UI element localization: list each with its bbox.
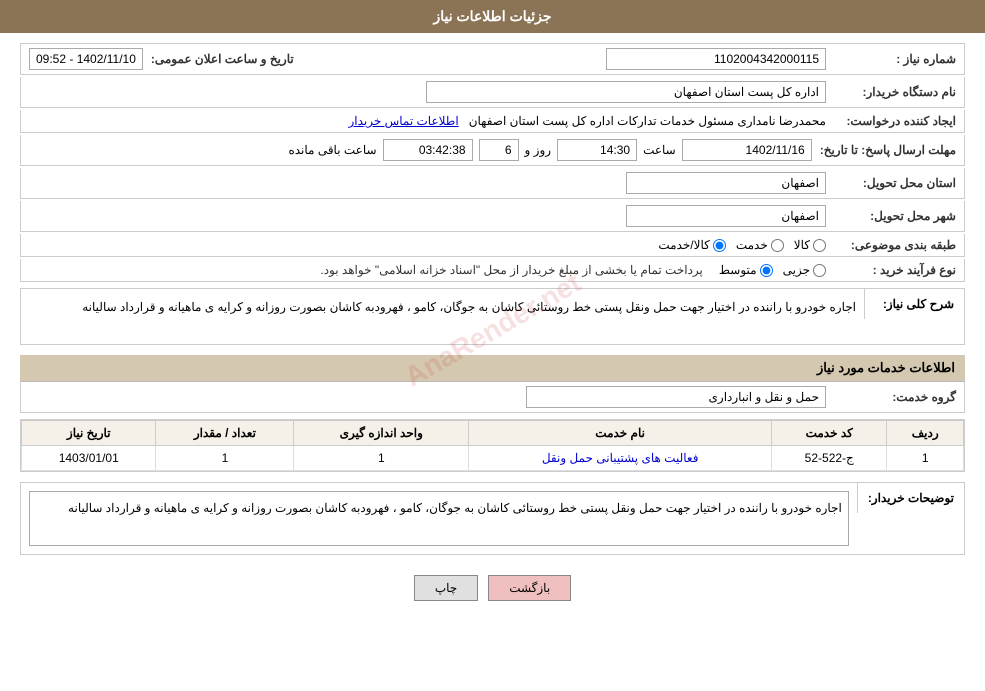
category-radio-kala-khedmat[interactable] xyxy=(713,239,726,252)
back-button[interactable]: بازگشت xyxy=(488,575,571,601)
buyer-description-label: توضیحات خریدار: xyxy=(857,483,964,513)
print-button[interactable]: چاپ xyxy=(414,575,478,601)
category-label-kala-khedmat: کالا/خدمت xyxy=(658,238,709,252)
process-radio-jozi[interactable] xyxy=(813,264,826,277)
deadline-remaining: 03:42:38 xyxy=(383,139,473,161)
process-option-jozi[interactable]: جزیی xyxy=(783,263,826,277)
buyer-description-value: اجاره خودرو با راننده در اختیار جهت حمل … xyxy=(21,483,857,554)
category-radio-khedmat[interactable] xyxy=(771,239,784,252)
col-row: ردیف xyxy=(887,421,964,446)
process-label-motavasset: متوسط xyxy=(719,263,757,277)
description-label: شرح کلی نیاز: xyxy=(864,289,964,319)
org-label: نام دستگاه خریدار: xyxy=(826,85,956,99)
service-group-row: گروه خدمت: حمل و نقل و انبارداری xyxy=(20,382,965,413)
col-quantity: تعداد / مقدار xyxy=(156,421,294,446)
deadline-time-label: ساعت xyxy=(643,143,676,157)
province-row: استان محل تحویل: اصفهان xyxy=(20,168,965,199)
buyer-description-block: توضیحات خریدار: اجاره خودرو با راننده در… xyxy=(20,482,965,555)
buyer-description-text: اجاره خودرو با راننده در اختیار جهت حمل … xyxy=(29,491,849,546)
category-radio-kala[interactable] xyxy=(813,239,826,252)
creator-row: ایجاد کننده درخواست: محمدرضا نامداری مسئ… xyxy=(20,110,965,133)
category-label: طبقه بندی موضوعی: xyxy=(826,238,956,252)
province-value: اصفهان xyxy=(626,172,826,194)
category-option-kala-khedmat[interactable]: کالا/خدمت xyxy=(658,238,725,252)
process-row: نوع فرآیند خرید : جزیی متوسط پرداخت تمام… xyxy=(20,259,965,282)
deadline-row: مهلت ارسال پاسخ: تا تاریخ: 1402/11/16 سا… xyxy=(20,135,965,166)
need-number-value: 1102004342000115 xyxy=(606,48,826,70)
creator-link[interactable]: اطلاعات تماس خریدار xyxy=(348,114,458,128)
cell-date: 1403/01/01 xyxy=(22,446,156,471)
category-label-khedmat: خدمت xyxy=(736,238,768,252)
need-number-label: شماره نیاز : xyxy=(826,52,956,66)
city-label: شهر محل تحویل: xyxy=(826,209,956,223)
cell-unit: 1 xyxy=(294,446,469,471)
deadline-day-label: روز و xyxy=(525,143,552,157)
category-row: طبقه بندی موضوعی: کالا خدمت کالا/خدمت xyxy=(20,234,965,257)
services-table: ردیف کد خدمت نام خدمت واحد اندازه گیری ت… xyxy=(21,420,964,471)
process-option-motavasset[interactable]: متوسط xyxy=(719,263,773,277)
col-code: کد خدمت xyxy=(772,421,887,446)
description-block: شرح کلی نیاز: اجاره خودرو با راننده در ا… xyxy=(20,288,965,345)
process-radio-group: جزیی متوسط xyxy=(719,263,826,277)
org-row: نام دستگاه خریدار: اداره کل پست استان اص… xyxy=(20,77,965,108)
services-section-header: اطلاعات خدمات مورد نیاز xyxy=(20,355,965,382)
col-date: تاریخ نیاز xyxy=(22,421,156,446)
creator-value: محمدرضا نامداری مسئول خدمات تدارکات ادار… xyxy=(469,114,826,128)
province-label: استان محل تحویل: xyxy=(826,176,956,190)
process-label: نوع فرآیند خرید : xyxy=(826,263,956,277)
deadline-days: 6 xyxy=(479,139,519,161)
table-row: 1 ج-522-52 فعالیت های پشتیبانی حمل ونقل … xyxy=(22,446,964,471)
deadline-label: مهلت ارسال پاسخ: تا تاریخ: xyxy=(812,143,956,157)
category-label-kala: کالا xyxy=(794,238,810,252)
date-value: 1402/11/10 - 09:52 xyxy=(29,48,143,70)
process-label-jozi: جزیی xyxy=(783,263,810,277)
city-value: اصفهان xyxy=(626,205,826,227)
deadline-inline: 1402/11/16 ساعت 14:30 روز و 6 03:42:38 س… xyxy=(29,139,812,161)
description-text: اجاره خودرو با راننده در اختیار جهت حمل … xyxy=(21,289,864,344)
category-option-khedmat[interactable]: خدمت xyxy=(736,238,784,252)
creator-label: ایجاد کننده درخواست: xyxy=(826,114,956,128)
category-radio-group: کالا خدمت کالا/خدمت xyxy=(29,238,826,252)
services-table-section: ردیف کد خدمت نام خدمت واحد اندازه گیری ت… xyxy=(20,419,965,472)
col-unit: واحد اندازه گیری xyxy=(294,421,469,446)
need-number-row: شماره نیاز : 1102004342000115 تاریخ و سا… xyxy=(20,43,965,75)
deadline-remaining-label: ساعت باقی مانده xyxy=(288,143,376,157)
page-title: جزئیات اطلاعات نیاز xyxy=(433,8,551,24)
deadline-time: 14:30 xyxy=(557,139,637,161)
cell-quantity: 1 xyxy=(156,446,294,471)
process-radio-motavasset[interactable] xyxy=(760,264,773,277)
cell-row: 1 xyxy=(887,446,964,471)
cell-name: فعالیت های پشتیبانی حمل ونقل xyxy=(469,446,772,471)
process-inline: جزیی متوسط پرداخت تمام یا بخشی از مبلغ خ… xyxy=(29,263,826,277)
category-option-kala[interactable]: کالا xyxy=(794,238,826,252)
cell-code: ج-522-52 xyxy=(772,446,887,471)
process-note: پرداخت تمام یا بخشی از مبلغ خریدار از مح… xyxy=(320,263,703,277)
page-header: جزئیات اطلاعات نیاز xyxy=(0,0,985,33)
service-group-label: گروه خدمت: xyxy=(826,390,956,404)
org-value: اداره کل پست استان اصفهان xyxy=(426,81,826,103)
button-row: بازگشت چاپ xyxy=(20,565,965,616)
service-group-value: حمل و نقل و انبارداری xyxy=(526,386,826,408)
city-row: شهر محل تحویل: اصفهان xyxy=(20,201,965,232)
date-label: تاریخ و ساعت اعلان عمومی: xyxy=(143,52,294,66)
deadline-date: 1402/11/16 xyxy=(682,139,812,161)
col-name: نام خدمت xyxy=(469,421,772,446)
